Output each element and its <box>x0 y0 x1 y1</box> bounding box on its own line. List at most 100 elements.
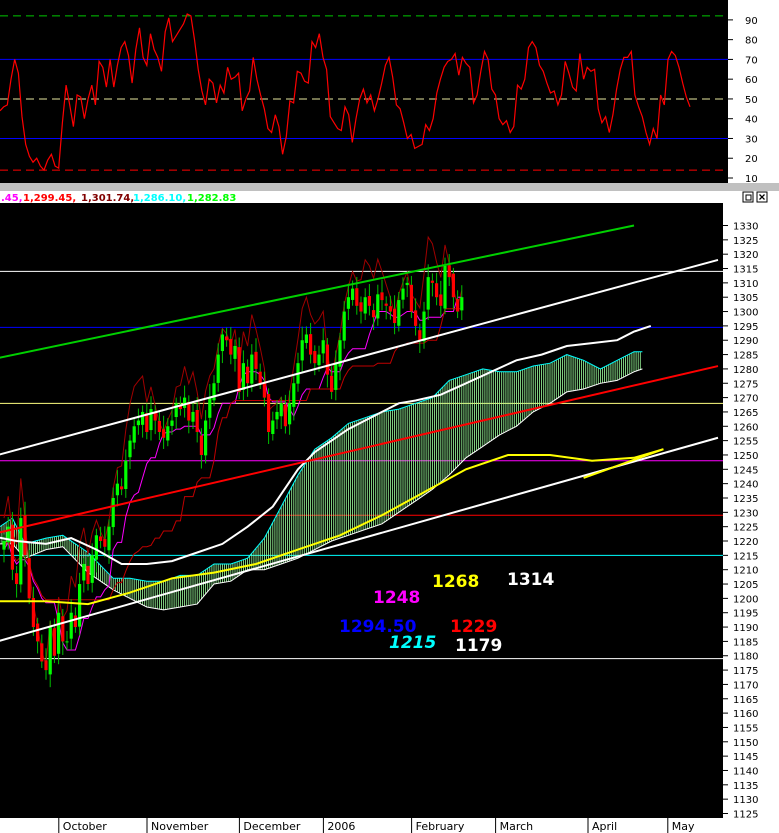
candle-body <box>199 435 203 455</box>
price-tick-label: 1155 <box>733 723 758 734</box>
price-tick-label: 1320 <box>733 250 758 261</box>
level-label: 1229 <box>450 617 497 637</box>
oscillator-tick-label: 90 <box>745 16 758 27</box>
candle-body <box>2 541 6 550</box>
candle-body <box>73 615 77 628</box>
price-tick-label: 1285 <box>733 351 758 362</box>
candle-body <box>250 354 254 384</box>
candle-body <box>78 584 82 627</box>
candle-body <box>376 294 380 319</box>
candle-body <box>271 420 275 434</box>
price-tick-label: 1225 <box>733 523 758 534</box>
candle-body <box>346 297 350 309</box>
candle-body <box>393 308 397 324</box>
header-value: ) <box>234 193 239 204</box>
candle-body <box>355 288 359 306</box>
price-tick-label: 1240 <box>733 480 758 491</box>
candle-body <box>401 288 405 300</box>
price-tick-label: 1210 <box>733 566 758 577</box>
month-label: 2006 <box>327 820 355 833</box>
panel-separator <box>0 183 779 191</box>
price-tick-label: 1325 <box>733 236 758 247</box>
candle-body <box>124 460 128 489</box>
candle-body <box>195 409 199 433</box>
level-label: 1215 <box>389 633 436 653</box>
oscillator-tick-label: 40 <box>745 115 758 126</box>
candle-body <box>48 627 52 675</box>
candle-body <box>82 563 86 581</box>
price-tick-label: 1175 <box>733 666 758 677</box>
oscillator-tick-label: 50 <box>745 95 758 106</box>
candle-body <box>283 404 287 427</box>
candle-body <box>115 483 119 496</box>
candle-body <box>120 486 124 490</box>
candle-body <box>31 597 35 628</box>
candle-body <box>405 282 409 286</box>
candle-body <box>262 382 266 398</box>
candle-body <box>309 334 313 355</box>
price-tick-label: 1215 <box>733 551 758 562</box>
candle-body <box>300 340 304 361</box>
price-tick-label: 1280 <box>733 365 758 376</box>
candle-body <box>435 283 439 298</box>
price-tick-label: 1235 <box>733 494 758 505</box>
candle-body <box>409 284 413 312</box>
candle-body <box>254 351 258 369</box>
candle-body <box>157 420 161 433</box>
candle-body <box>275 411 279 420</box>
candle-body <box>443 265 447 309</box>
oscillator-tick-label: 30 <box>745 134 758 145</box>
level-label: 1248 <box>373 588 420 608</box>
candle-body <box>90 555 94 583</box>
month-label: November <box>151 820 209 833</box>
candle-body <box>65 641 69 643</box>
candle-body <box>304 334 308 343</box>
oscillator-tick-label: 70 <box>745 55 758 66</box>
level-label: 1314 <box>507 570 554 590</box>
candle-body <box>317 354 321 366</box>
candle-body <box>418 330 422 341</box>
chart-background <box>0 0 779 833</box>
candle-body <box>380 292 384 301</box>
candle-body <box>397 300 401 326</box>
price-tick-label: 1255 <box>733 437 758 448</box>
price-tick-label: 1195 <box>733 609 758 620</box>
candle-body <box>388 306 392 312</box>
candle-body <box>183 397 187 408</box>
candle-body <box>132 426 136 443</box>
header-value: 1,301.74, <box>81 193 134 204</box>
oscillator-tick-label: 60 <box>745 75 758 86</box>
oscillator-tick-label: 10 <box>745 174 758 185</box>
candle-body <box>153 412 157 421</box>
price-tick-label: 1230 <box>733 508 758 519</box>
candle-body <box>204 420 208 456</box>
price-tick-label: 1150 <box>733 738 758 749</box>
candle-body <box>103 539 107 547</box>
candle-body <box>99 536 103 542</box>
oscillator-tick-label: 80 <box>745 36 758 47</box>
price-tick-label: 1185 <box>733 637 758 648</box>
candle-body <box>258 371 262 384</box>
candle-body <box>430 280 434 283</box>
price-tick-label: 1290 <box>733 336 758 347</box>
candle-body <box>330 375 334 392</box>
price-tick-label: 1145 <box>733 752 758 763</box>
candle-body <box>220 334 224 352</box>
price-tick-label: 1140 <box>733 766 758 777</box>
price-tick-label: 1250 <box>733 451 758 462</box>
month-label: February <box>416 820 465 833</box>
candle-body <box>237 347 241 392</box>
candle-body <box>288 403 292 425</box>
price-tick-label: 1330 <box>733 222 758 233</box>
candle-body <box>351 288 355 300</box>
candle-body <box>212 383 216 401</box>
candle-body <box>233 345 237 359</box>
candle-body <box>229 339 233 355</box>
month-label: April <box>592 820 617 833</box>
month-label: May <box>672 820 695 833</box>
candle-body <box>36 623 40 642</box>
candle-body <box>367 296 371 306</box>
header-value: 1,282.83 <box>187 193 236 204</box>
price-tick-label: 1190 <box>733 623 758 634</box>
candle-body <box>23 515 27 556</box>
